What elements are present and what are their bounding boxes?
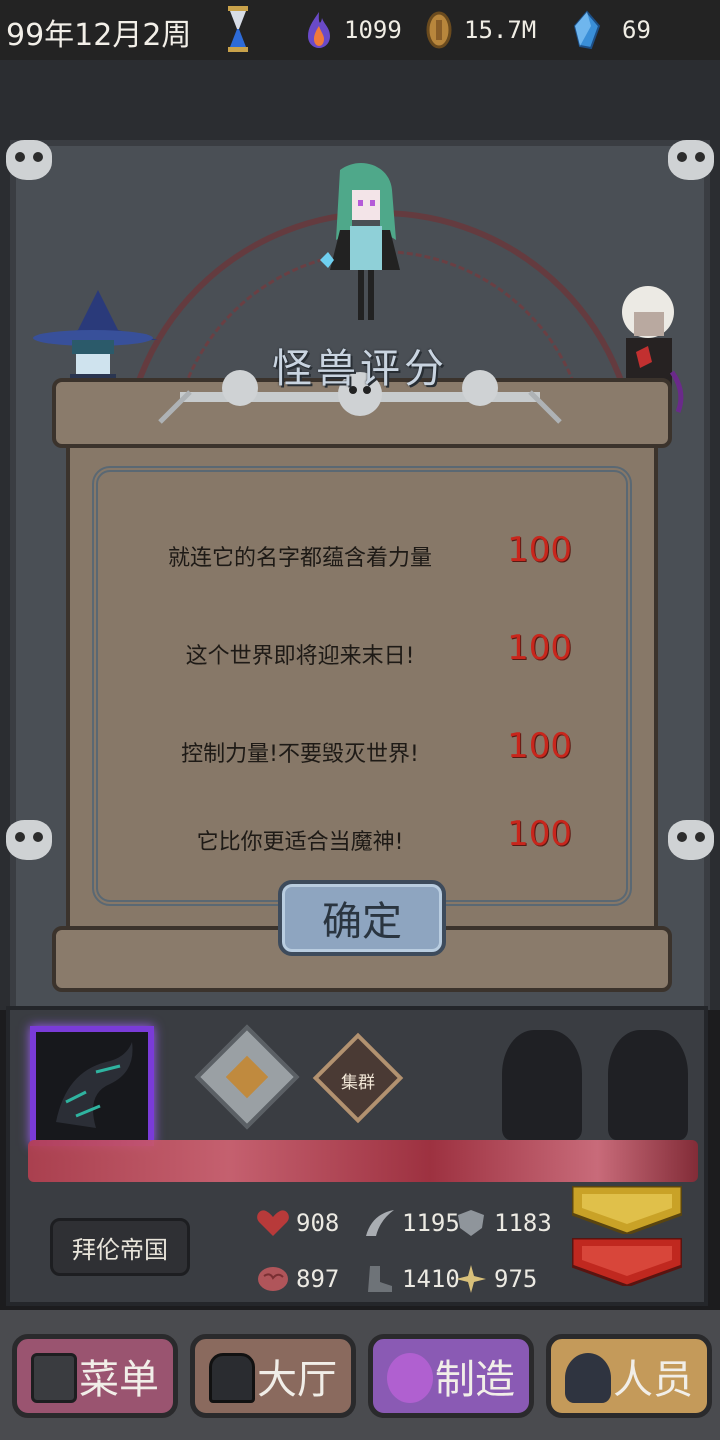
rating-row: 它比你更适合当魔神! 100 <box>100 812 620 862</box>
skull-ornament <box>6 140 52 180</box>
rating-row: 控制力量!不要毁灭世界! 100 <box>100 724 620 774</box>
stat-intelligence: 897 <box>256 1264 339 1294</box>
flame-resource: 1099 <box>304 10 402 50</box>
rating-score: 100 <box>507 628 572 668</box>
claw-icon <box>366 1210 394 1236</box>
stat-speed-value: 1410 <box>402 1265 460 1293</box>
rating-row: 就连它的名字都蕴含着力量 100 <box>100 528 620 578</box>
rating-row: 这个世界即将迎来末日! 100 <box>100 626 620 676</box>
boot-icon <box>368 1266 392 1292</box>
group-badge-label: 集群 <box>341 1073 375 1093</box>
nav-hall-button[interactable]: 大厅 <box>190 1334 356 1418</box>
bottom-navigation: 菜单 大厅 制造 人员 <box>0 1310 720 1440</box>
rating-score: 100 <box>507 726 572 766</box>
dialog-title: 怪兽评分 <box>272 346 448 392</box>
sparkle-icon <box>456 1265 486 1293</box>
nav-menu-label: 菜单 <box>79 1357 159 1403</box>
skull-ornament <box>6 820 52 860</box>
hourglass-icon <box>228 6 248 52</box>
locked-character-silhouette[interactable] <box>608 1030 688 1140</box>
stat-defense-value: 1183 <box>494 1209 552 1237</box>
rating-text: 它比你更适合当魔神! <box>196 830 404 855</box>
staff-icon <box>565 1353 611 1403</box>
coin-resource: 15.7M <box>424 10 536 50</box>
menu-icon <box>31 1353 77 1403</box>
monster-power-bar <box>28 1140 698 1182</box>
stat-hp-value: 908 <box>296 1209 340 1237</box>
stat-speed: 1410 <box>362 1264 460 1294</box>
craft-icon <box>387 1353 433 1403</box>
skull-ornament <box>668 820 714 860</box>
stat-defense: 1183 <box>454 1208 552 1238</box>
crystal-icon <box>573 10 601 50</box>
status-bar: 99年12月2周 1099 15.7M 69 <box>0 0 720 60</box>
coin-value: 15.7M <box>464 16 537 44</box>
stat-attack-value: 1195 <box>402 1209 460 1237</box>
flame-icon <box>308 12 330 48</box>
stat-intelligence-value: 897 <box>296 1265 340 1293</box>
brain-icon <box>258 1267 288 1291</box>
rating-score: 100 <box>507 814 572 854</box>
game-date: 99年12月2周 <box>6 18 192 53</box>
shield-icon <box>458 1210 484 1236</box>
rating-text: 控制力量!不要毁灭世界! <box>181 742 419 767</box>
rating-score: 100 <box>507 530 572 570</box>
stat-attack: 1195 <box>362 1208 460 1238</box>
dark-dragon-icon <box>56 1042 133 1128</box>
monster-info-panel: 集群 拜伦帝国 908 1195 1183 897 1410 975 <box>6 1006 708 1306</box>
hall-door-icon <box>209 1353 255 1403</box>
nav-staff-label: 人员 <box>613 1357 693 1403</box>
skull-ornament <box>668 140 714 180</box>
flame-value: 1099 <box>344 16 402 44</box>
rating-text: 这个世界即将迎来末日! <box>185 644 415 669</box>
heart-icon <box>257 1210 289 1236</box>
gold-rank-chevron <box>572 1186 682 1234</box>
nav-hall-label: 大厅 <box>257 1357 337 1403</box>
crystal-value: 69 <box>622 16 651 44</box>
rating-text: 就连它的名字都蕴含着力量 <box>167 546 432 571</box>
wolf-badge-icon[interactable] <box>194 1024 300 1130</box>
confirm-button[interactable]: 确定 <box>278 880 446 956</box>
red-rank-chevron <box>572 1238 682 1286</box>
monster-portrait[interactable] <box>30 1026 154 1146</box>
stat-magic: 975 <box>454 1264 537 1294</box>
stat-hp: 908 <box>256 1208 339 1238</box>
nav-craft-button[interactable]: 制造 <box>368 1334 534 1418</box>
nation-button[interactable]: 拜伦帝国 <box>50 1218 190 1276</box>
nav-staff-button[interactable]: 人员 <box>546 1334 712 1418</box>
crystal-resource: 69 <box>572 10 651 50</box>
stat-magic-value: 975 <box>494 1265 538 1293</box>
coin-icon <box>426 11 452 49</box>
locked-character-silhouette[interactable] <box>502 1030 582 1140</box>
green-haired-witch-character <box>320 162 400 320</box>
nav-menu-button[interactable]: 菜单 <box>12 1334 178 1418</box>
nav-craft-label: 制造 <box>435 1357 515 1403</box>
